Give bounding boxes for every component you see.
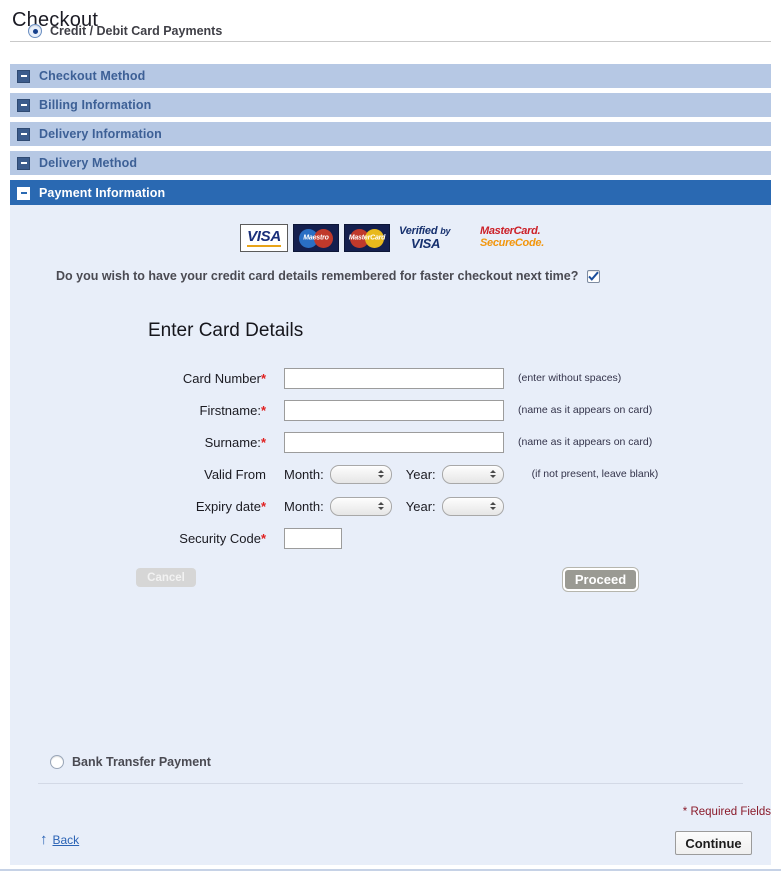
collapse-minus-icon[interactable] [17,98,30,112]
collapse-minus-icon[interactable] [17,69,30,83]
maestro-logo-text: Maestro [303,234,329,242]
accordion-section-delivery-method[interactable]: Delivery Method [10,151,771,175]
bank-transfer-option[interactable]: Bank Transfer Payment [50,755,211,769]
bank-transfer-radio[interactable] [50,755,64,769]
checkout-accordion: Checkout Method Billing Information Deli… [10,64,771,206]
title-divider [10,41,771,42]
accordion-label: Delivery Information [39,127,162,141]
up-arrow-icon: ↑ [40,831,48,848]
credit-card-option-label: Credit / Debit Card Payments [50,24,223,38]
accordion-label: Delivery Method [39,156,138,170]
accordion-section-delivery-information[interactable]: Delivery Information [10,122,771,146]
bank-transfer-option-label: Bank Transfer Payment [72,755,211,769]
section-divider [38,783,743,784]
collapse-minus-icon[interactable] [17,127,30,141]
accordion-label: Checkout Method [39,69,146,83]
continue-button[interactable]: Continue [675,831,752,855]
accordion-section-billing-information[interactable]: Billing Information [10,93,771,117]
credit-card-radio[interactable] [28,24,42,38]
credit-card-option[interactable]: Credit / Debit Card Payments [28,24,222,38]
required-fields-note: * Required Fields [682,806,771,818]
back-link[interactable]: Back [53,833,80,847]
back-link-wrapper[interactable]: ↑ Back [40,832,79,847]
mastercard-logo-text: MasterCard [348,234,386,242]
checkout-page: Checkout Checkout Method Billing Informa… [0,0,781,871]
collapse-minus-icon[interactable] [17,156,30,170]
panel-lower: Bank Transfer Payment [10,205,771,865]
accordion-label: Billing Information [39,98,152,112]
accordion-section-payment-information[interactable]: Payment Information [10,180,771,206]
collapse-minus-icon[interactable] [17,186,30,200]
accordion-section-checkout-method[interactable]: Checkout Method [10,64,771,88]
accordion-label: Payment Information [39,186,166,200]
